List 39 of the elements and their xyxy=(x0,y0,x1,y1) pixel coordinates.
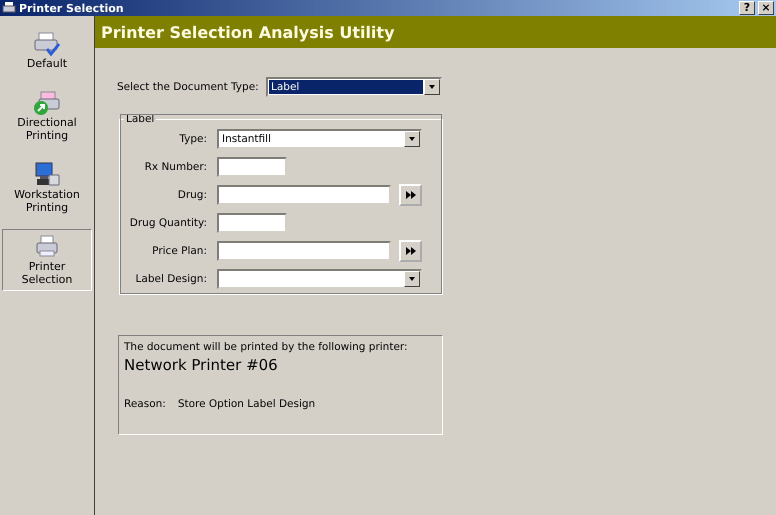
field-label: Rx Number: xyxy=(144,161,207,173)
input-field[interactable] xyxy=(217,185,391,205)
lookup-button[interactable] xyxy=(399,184,422,206)
printer-name: Network Printer #06 xyxy=(124,356,279,374)
reason-label: Reason: xyxy=(124,398,166,410)
document-type-dropdown[interactable]: Label xyxy=(266,77,442,97)
fast-forward-icon xyxy=(406,190,416,198)
sidebar-item-label: Default xyxy=(26,57,68,70)
dropdown[interactable]: Instantfill xyxy=(217,129,422,149)
field-label: Drug Quantity: xyxy=(128,217,207,229)
input-field[interactable] xyxy=(217,213,287,233)
field-label: Drug: xyxy=(176,189,207,201)
sidebar-item-label: Printer Selection xyxy=(20,260,74,286)
field-label: Select the Document Type: xyxy=(117,81,260,93)
close-button[interactable]: × xyxy=(758,1,774,15)
help-button[interactable]: ? xyxy=(739,1,755,15)
window-title: Printer Selection xyxy=(19,2,125,14)
printer-icon xyxy=(2,2,16,14)
header-title: Printer Selection Analysis Utility xyxy=(101,22,394,42)
group-title: Label xyxy=(125,113,156,125)
field-label: Type: xyxy=(178,133,207,145)
sidebar-item[interactable]: Directional Printing xyxy=(2,85,92,147)
result-text: The document will be printed by the following printer: xyxy=(124,341,409,353)
field-label: Label Design: xyxy=(134,273,207,285)
sidebar-item[interactable]: Printer Selection xyxy=(2,229,92,291)
sidebar-item-label: Directional Printing xyxy=(16,116,78,142)
reason-text: Store Option Label Design xyxy=(178,398,316,410)
input-field[interactable] xyxy=(217,157,287,177)
computer-icon xyxy=(33,162,61,188)
dropdown[interactable] xyxy=(217,269,422,289)
fast-forward-icon xyxy=(406,246,416,254)
field-label: Price Plan: xyxy=(151,245,207,257)
sidebar-item[interactable]: Workstation Printing xyxy=(2,157,92,219)
printer-check-icon xyxy=(33,31,61,57)
sidebar-item-label: Workstation Printing xyxy=(13,188,81,214)
lookup-button[interactable] xyxy=(399,240,422,262)
input-field[interactable] xyxy=(217,241,391,261)
sidebar-item[interactable]: Default xyxy=(2,26,92,75)
printer-arrow-icon xyxy=(33,90,61,116)
